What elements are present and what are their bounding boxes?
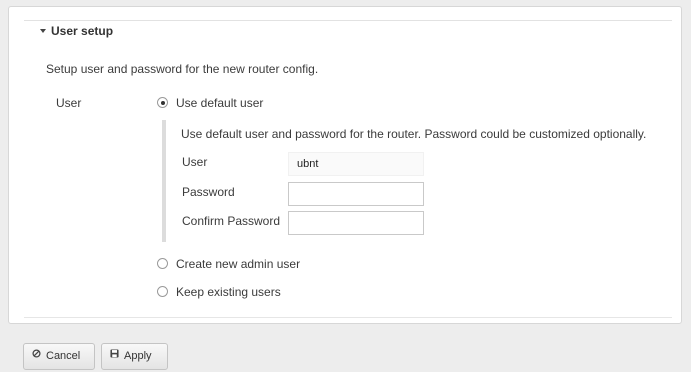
confirm-password-label: Confirm Password xyxy=(182,214,281,228)
password-input[interactable] xyxy=(288,182,424,206)
option-label-keep-existing-users[interactable]: Keep existing users xyxy=(176,284,281,300)
section-toggle[interactable]: User setup xyxy=(36,22,122,40)
cancel-button[interactable]: Cancel xyxy=(23,343,95,370)
caret-down-icon xyxy=(40,28,46,33)
option-indent-bar xyxy=(162,120,166,242)
radio-use-default-user[interactable] xyxy=(157,97,168,108)
cancel-icon xyxy=(32,343,41,368)
cancel-button-label: Cancel xyxy=(46,350,81,362)
user-input[interactable] xyxy=(288,152,424,176)
user-field-label: User xyxy=(56,96,82,110)
save-icon xyxy=(110,343,119,368)
section-description: Setup user and password for the new rout… xyxy=(46,62,319,76)
apply-button-label: Apply xyxy=(124,350,152,362)
password-label: Password xyxy=(182,185,235,199)
option-label-use-default-user[interactable]: Use default user xyxy=(176,95,263,111)
user-setup-panel: User setup Setup user and password for t… xyxy=(8,6,682,324)
radio-create-new-admin-user[interactable] xyxy=(157,258,168,269)
page: User setup Setup user and password for t… xyxy=(0,0,691,372)
confirm-password-input[interactable] xyxy=(288,211,424,235)
apply-button[interactable]: Apply xyxy=(101,343,168,370)
default-user-description: Use default user and password for the ro… xyxy=(181,127,647,141)
radio-keep-existing-users[interactable] xyxy=(157,286,168,297)
user-label: User xyxy=(182,155,208,169)
option-label-create-new-admin-user[interactable]: Create new admin user xyxy=(176,256,300,272)
section-title: User setup xyxy=(51,24,114,38)
